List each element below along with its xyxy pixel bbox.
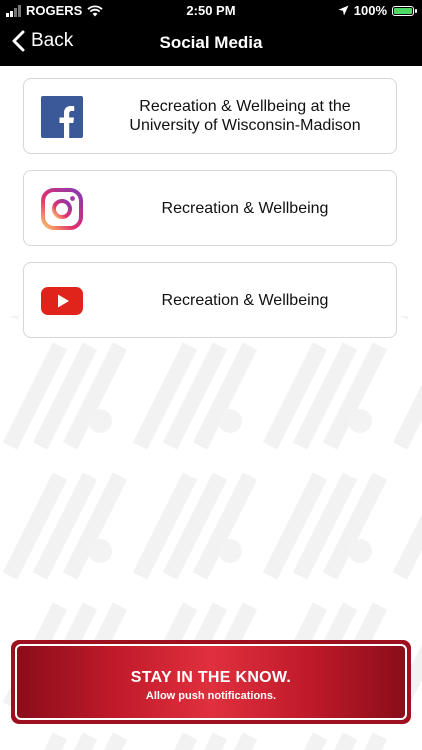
battery-icon (392, 5, 417, 16)
instagram-link-card[interactable]: Recreation & Wellbeing (23, 170, 397, 246)
banner-frame: STAY IN THE KNOW. Allow push notificatio… (15, 644, 407, 720)
nav-bar: Back Social Media (0, 22, 422, 66)
facebook-icon (41, 96, 83, 138)
instagram-icon (41, 188, 83, 230)
youtube-link-label: Recreation & Wellbeing (161, 291, 329, 309)
banner-title: STAY IN THE KNOW. (130, 669, 292, 686)
page-title: Social Media (159, 33, 263, 52)
banner-subtitle: Allow push notifications. (145, 690, 277, 702)
youtube-icon (41, 287, 83, 315)
status-bar: ROGERS 2:50 PM 100% (0, 0, 422, 22)
status-right: 100% (338, 3, 417, 18)
facebook-link-card[interactable]: Recreation & Wellbeing at the University… (23, 78, 397, 154)
facebook-link-label: Recreation & Wellbeing at the University… (129, 98, 361, 134)
battery-percent: 100% (353, 3, 387, 18)
location-arrow-icon (338, 5, 349, 16)
instagram-link-label: Recreation & Wellbeing (161, 199, 329, 217)
youtube-link-card[interactable]: Recreation & Wellbeing (23, 262, 397, 338)
push-notifications-banner[interactable]: STAY IN THE KNOW. Allow push notificatio… (11, 640, 411, 724)
